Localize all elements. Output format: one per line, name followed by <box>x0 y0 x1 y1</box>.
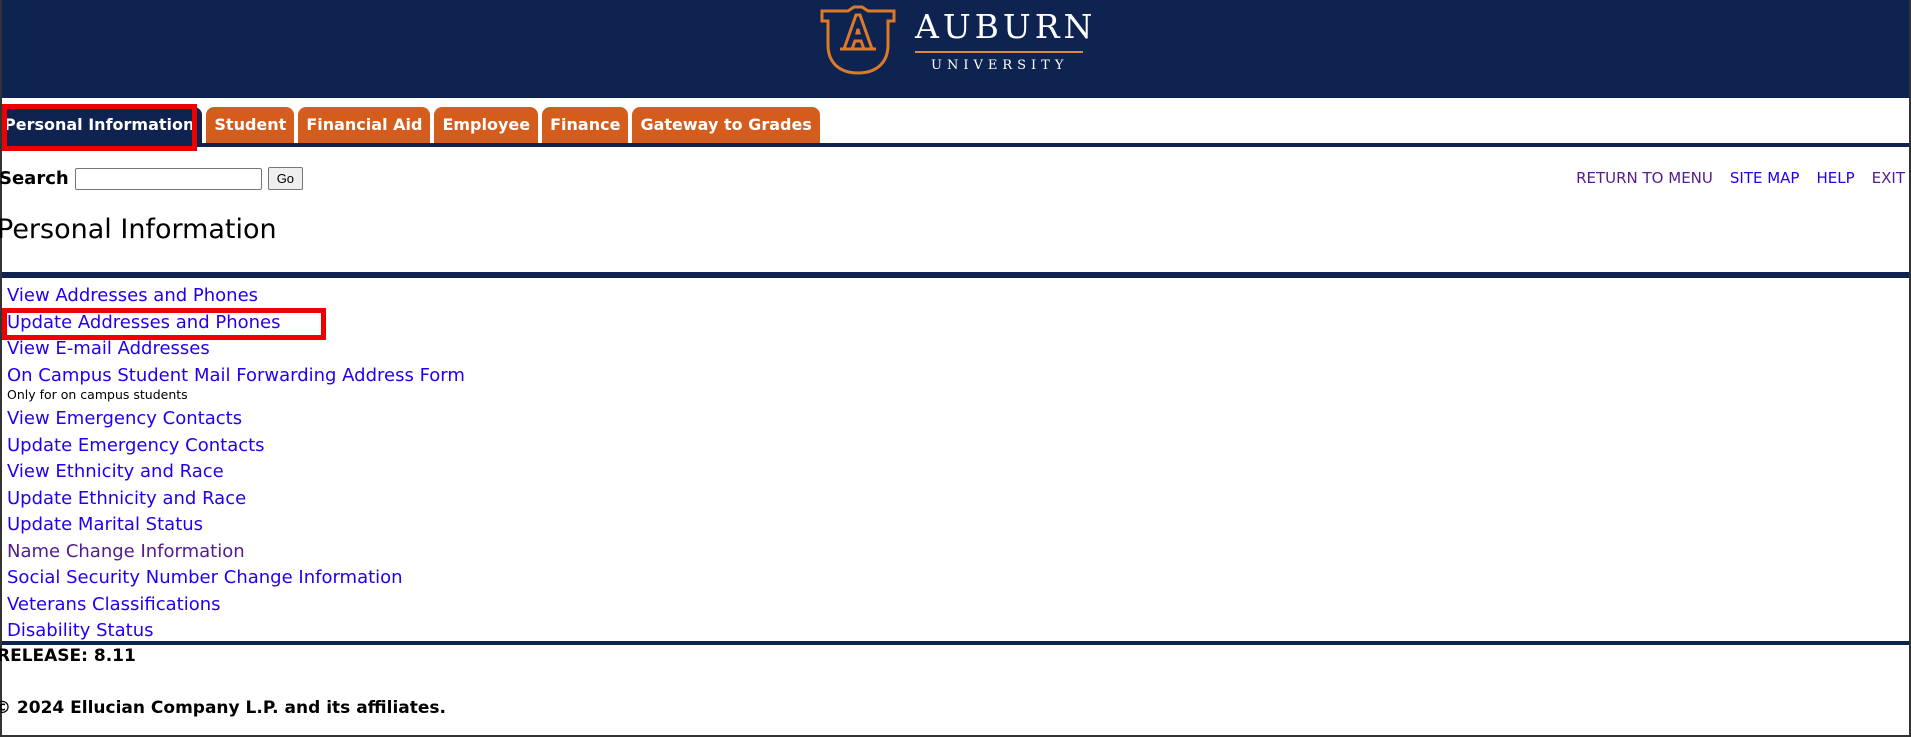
search-label: Search <box>0 168 69 189</box>
site-map-link[interactable]: SITE MAP <box>1730 169 1800 187</box>
ssn-change-link[interactable]: Social Security Number Change Informatio… <box>7 567 403 588</box>
page-title: Personal Information <box>0 214 277 245</box>
menu-item: Update Marital Status <box>7 512 465 539</box>
update-addresses-link[interactable]: Update Addresses and Phones <box>7 312 281 333</box>
menu-item: View E-mail Addresses <box>7 336 465 363</box>
view-email-link[interactable]: View E-mail Addresses <box>7 338 210 359</box>
menu-item: View Addresses and Phones <box>7 283 465 310</box>
site-header: AUBURN UNIVERSITY <box>2 0 1909 98</box>
view-emergency-contacts-link[interactable]: View Emergency Contacts <box>7 408 242 429</box>
update-emergency-contacts-link[interactable]: Update Emergency Contacts <box>7 435 265 456</box>
auburn-logo[interactable]: AUBURN UNIVERSITY <box>818 5 1092 77</box>
tab-finance[interactable]: Finance <box>542 107 629 143</box>
tab-financial-aid[interactable]: Financial Aid <box>298 107 431 143</box>
menu-item: View Emergency Contacts <box>7 406 465 433</box>
tab-student[interactable]: Student <box>206 107 295 143</box>
menu-item: Veterans Classifications <box>7 592 465 619</box>
exit-link[interactable]: EXIT <box>1872 169 1905 187</box>
menu-item: Update Emergency Contacts <box>7 433 465 460</box>
view-ethnicity-link[interactable]: View Ethnicity and Race <box>7 461 224 482</box>
tab-gateway-to-grades[interactable]: Gateway to Grades <box>632 107 820 143</box>
logo-rule <box>915 51 1083 53</box>
view-addresses-link[interactable]: View Addresses and Phones <box>7 285 258 306</box>
menu-item: Update Addresses and Phones <box>7 310 465 337</box>
logo-subtitle: UNIVERSITY <box>931 58 1069 73</box>
main-tabs: Personal Information Student Financial A… <box>2 107 824 143</box>
menu-item: View Ethnicity and Race <box>7 459 465 486</box>
mail-forwarding-link[interactable]: On Campus Student Mail Forwarding Addres… <box>7 365 465 386</box>
help-link[interactable]: HELP <box>1816 169 1854 187</box>
search-go-button[interactable]: Go <box>267 167 304 190</box>
section-divider <box>2 272 1909 278</box>
return-to-menu-link[interactable]: RETURN TO MENU <box>1576 169 1713 187</box>
release-version: RELEASE: 8.11 <box>0 646 136 666</box>
search-form: Search Go <box>0 167 304 190</box>
tab-personal-information[interactable]: Personal Information <box>2 107 203 143</box>
search-input[interactable] <box>74 167 262 190</box>
name-change-link[interactable]: Name Change Information <box>7 541 245 562</box>
menu-item: Update Ethnicity and Race <box>7 486 465 513</box>
tabbar-divider <box>2 143 1909 147</box>
logo-title: AUBURN <box>915 7 1097 46</box>
update-ethnicity-link[interactable]: Update Ethnicity and Race <box>7 488 246 509</box>
menu-item: On Campus Student Mail Forwarding Addres… <box>7 363 465 390</box>
mail-forwarding-note: Only for on campus students <box>7 387 188 402</box>
menu-item: Social Security Number Change Informatio… <box>7 565 465 592</box>
au-monogram-icon <box>820 5 896 75</box>
footer-divider <box>2 641 1909 645</box>
menu-item: Name Change Information <box>7 539 465 566</box>
disability-status-link[interactable]: Disability Status <box>7 620 154 641</box>
top-links: RETURN TO MENU SITE MAP HELP EXIT <box>1576 169 1905 187</box>
personal-info-menu: View Addresses and Phones Update Address… <box>7 283 465 645</box>
copyright: © 2024 Ellucian Company L.P. and its aff… <box>0 698 446 718</box>
update-marital-status-link[interactable]: Update Marital Status <box>7 514 203 535</box>
tab-employee[interactable]: Employee <box>434 107 539 143</box>
veterans-classifications-link[interactable]: Veterans Classifications <box>7 594 221 615</box>
